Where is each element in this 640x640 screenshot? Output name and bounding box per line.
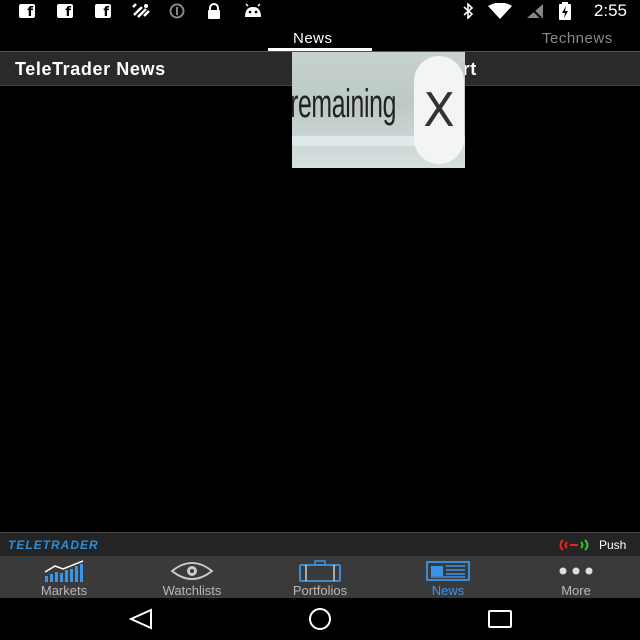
- status-bar: 2:55: [0, 0, 640, 22]
- nav-label-watchlists: Watchlists: [162, 583, 222, 598]
- no-signal-icon: [525, 3, 545, 19]
- tab-technews[interactable]: Technews: [542, 30, 613, 47]
- nav-label-more: More: [561, 583, 591, 598]
- push-icon: [557, 538, 591, 555]
- facebook-icon: [57, 4, 73, 20]
- brand-bar: TELETRADER Push: [0, 532, 640, 556]
- briefcase-icon: [298, 560, 342, 582]
- teletrader-logo: TELETRADER: [8, 538, 99, 552]
- battery-charging-icon: [557, 2, 573, 20]
- tab-news[interactable]: News: [293, 30, 333, 47]
- nav-markets[interactable]: Markets: [0, 556, 128, 598]
- android-icon: [242, 3, 264, 19]
- bottom-nav: Markets Watchlists Portfolios News More: [0, 556, 640, 598]
- tab-indicator: [268, 48, 372, 51]
- nav-label-markets: Markets: [40, 583, 88, 598]
- header-title: TeleTrader News: [15, 59, 166, 79]
- chart-icon: [43, 560, 85, 582]
- newspaper-icon: [426, 560, 470, 582]
- facebook-icon: [95, 4, 111, 20]
- ad-text: remaining: [292, 82, 397, 126]
- nav-portfolios[interactable]: Portfolios: [256, 556, 384, 598]
- facebook-icon: [19, 4, 35, 20]
- nav-label-news: News: [431, 583, 465, 598]
- lock-icon: [205, 3, 223, 19]
- satellite-icon: [128, 3, 154, 19]
- nav-watchlists[interactable]: Watchlists: [128, 556, 256, 598]
- tab-bar: News Technews: [0, 22, 640, 52]
- wifi-icon: [486, 3, 514, 19]
- more-dots-icon: [556, 560, 596, 582]
- nav-more[interactable]: More: [512, 556, 640, 598]
- ad-close-button[interactable]: X: [414, 56, 464, 164]
- eye-icon: [170, 560, 214, 582]
- nav-news[interactable]: News: [384, 556, 512, 598]
- android-nav-bar: [0, 598, 640, 640]
- nav-label-portfolios: Portfolios: [292, 583, 348, 598]
- back-icon[interactable]: [126, 607, 156, 631]
- home-icon[interactable]: [305, 607, 335, 631]
- bluetooth-icon: [460, 3, 476, 19]
- clock: 2:55: [593, 1, 627, 20]
- push-label[interactable]: Push: [599, 538, 626, 552]
- info-icon: [167, 3, 187, 19]
- close-icon: X: [423, 83, 455, 137]
- recents-icon[interactable]: [485, 607, 515, 631]
- ad-banner[interactable]: remaining X: [292, 52, 465, 168]
